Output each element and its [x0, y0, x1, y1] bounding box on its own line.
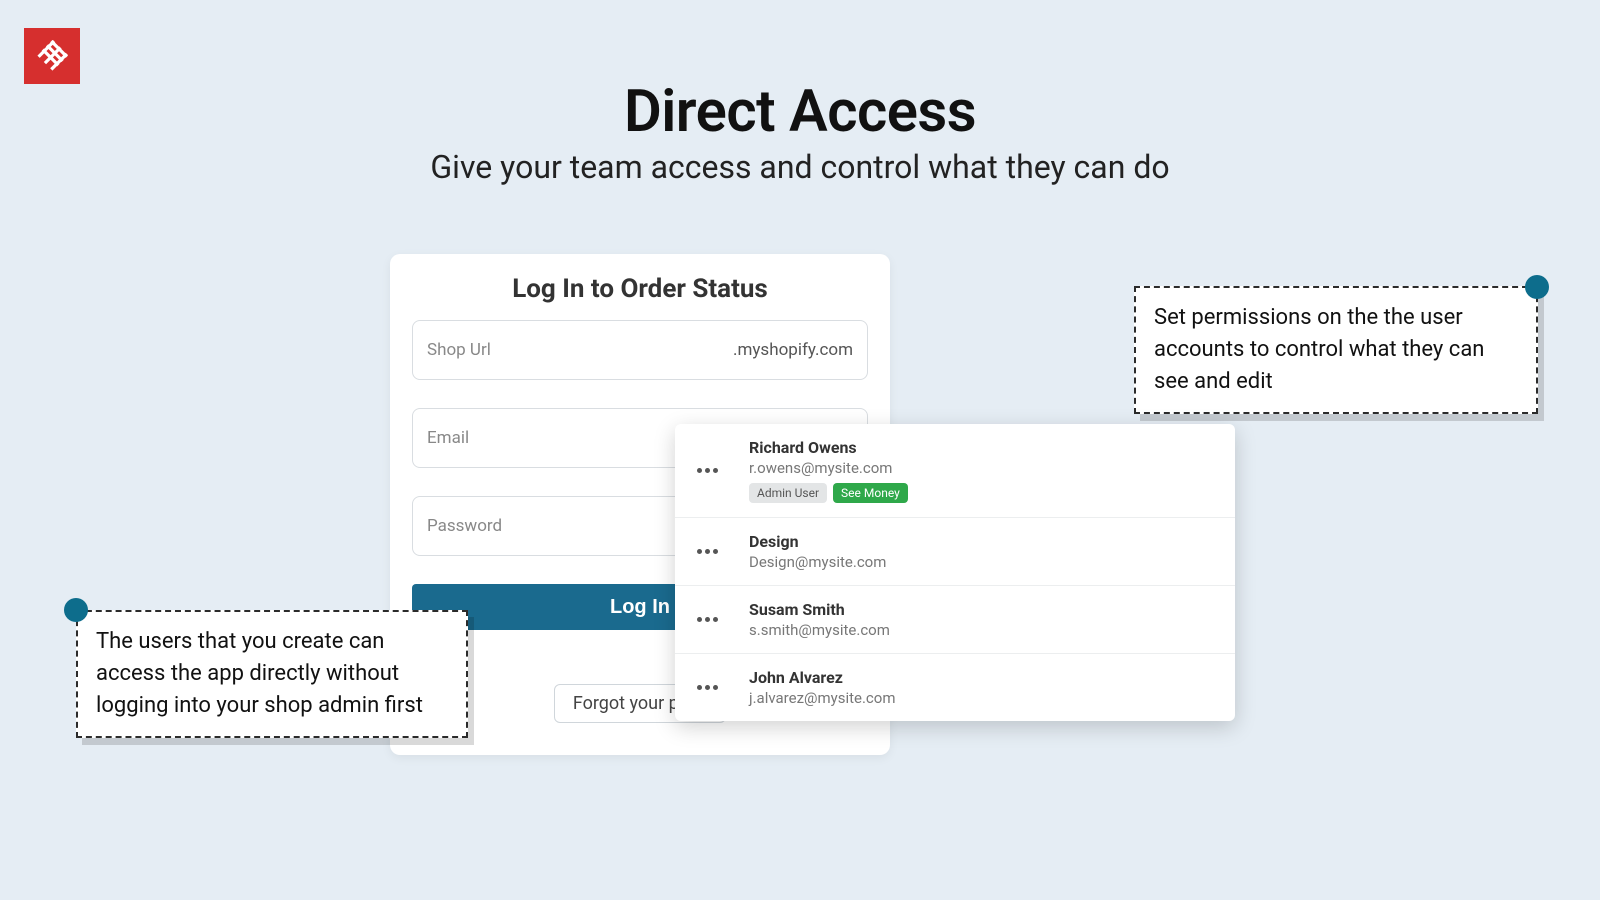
callout-text: Set permissions on the the user accounts…	[1154, 305, 1484, 394]
user-row: Design Design@mysite.com	[675, 518, 1235, 586]
page-title: Direct Access	[0, 78, 1600, 146]
user-name: John Alvarez	[749, 668, 1213, 687]
user-body: Design Design@mysite.com	[749, 532, 1213, 571]
user-body: Richard Owens r.owens@mysite.com Admin Use…	[749, 438, 1213, 503]
user-name: Design	[749, 532, 1213, 551]
app-logo	[24, 28, 80, 84]
user-badges: Admin User See Money	[749, 483, 1213, 503]
more-icon[interactable]	[697, 549, 721, 554]
page-subtitle: Give your team access and control what t…	[0, 148, 1600, 186]
callout-dot-icon	[64, 598, 88, 622]
user-accounts-panel: Richard Owens r.owens@mysite.com Admin Use…	[675, 424, 1235, 721]
user-email: Design@mysite.com	[749, 553, 1213, 571]
user-email: r.owens@mysite.com	[749, 459, 1213, 477]
more-icon[interactable]	[697, 685, 721, 690]
callout-permissions: Set permissions on the the user accounts…	[1134, 286, 1538, 414]
permission-badge: Admin User	[749, 483, 827, 503]
user-row: John Alvarez j.alvarez@mysite.com	[675, 654, 1235, 721]
user-body: John Alvarez j.alvarez@mysite.com	[749, 668, 1213, 707]
logo-icon	[32, 36, 72, 76]
more-icon[interactable]	[697, 617, 721, 622]
callout-direct-access: The users that you create can access the…	[76, 610, 468, 738]
shop-url-input[interactable]: Shop Url .myshopify.com	[412, 320, 868, 380]
user-row: Richard Owens r.owens@mysite.com Admin Use…	[675, 424, 1235, 518]
user-name: Richard Owens	[749, 438, 1213, 457]
callout-dot-icon	[1525, 275, 1549, 299]
more-icon[interactable]	[697, 468, 721, 473]
shop-url-suffix: .myshopify.com	[733, 340, 853, 360]
user-name: Susam Smith	[749, 600, 1213, 619]
user-row: Susam Smith s.smith@mysite.com	[675, 586, 1235, 654]
permission-badge: See Money	[833, 483, 908, 503]
user-email: j.alvarez@mysite.com	[749, 689, 1213, 707]
login-title: Log In to Order Status	[412, 274, 868, 304]
user-email: s.smith@mysite.com	[749, 621, 1213, 639]
callout-text: The users that you create can access the…	[96, 629, 423, 718]
user-body: Susam Smith s.smith@mysite.com	[749, 600, 1213, 639]
shop-url-placeholder: Shop Url	[427, 340, 733, 360]
